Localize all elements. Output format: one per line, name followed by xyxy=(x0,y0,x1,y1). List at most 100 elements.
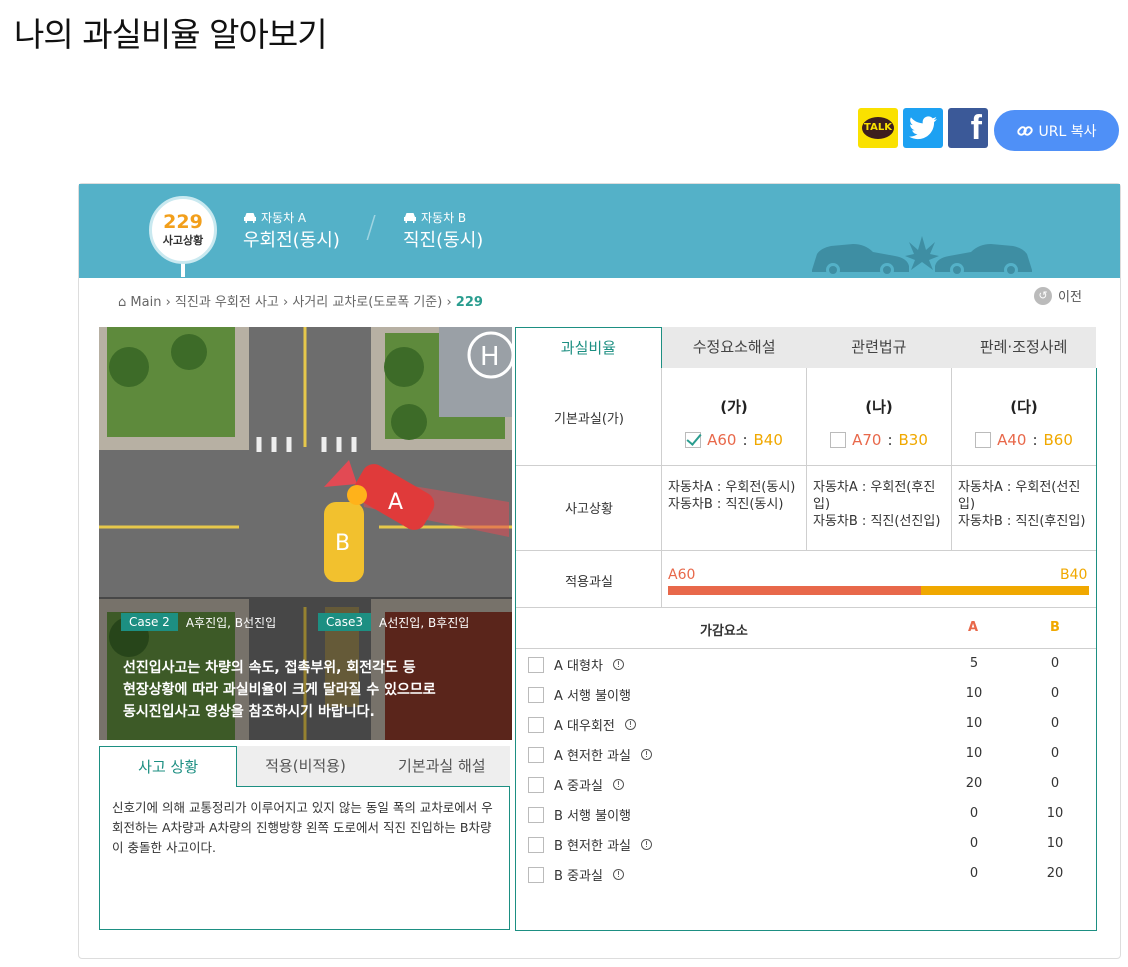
situation-label: 사고상황 xyxy=(565,502,613,517)
breadcrumb-subcategory[interactable]: 사거리 교차로(도로폭 기준) xyxy=(292,295,442,310)
factor-row[interactable]: A 현저한 과실! xyxy=(528,745,652,764)
case-number: 229 xyxy=(163,211,203,233)
factor-a-value: 10 xyxy=(965,686,983,701)
factor-b-value: 10 xyxy=(1046,836,1064,851)
car-a-value: 우회전(동시) xyxy=(243,230,340,251)
factor-name: A 대우회전 xyxy=(554,719,615,734)
factor-row[interactable]: A 대우회전! xyxy=(528,715,636,734)
option-ga[interactable]: (가) A60: B40 xyxy=(662,396,806,449)
tab-adjustment-factors[interactable]: 수정요소해설 xyxy=(662,327,807,368)
option-da-head: (다) xyxy=(1010,398,1038,416)
facebook-share-button[interactable]: f xyxy=(948,108,988,148)
option-da-b: B60 xyxy=(1043,431,1073,449)
svg-text:H: H xyxy=(480,342,500,372)
factor-b-value: 0 xyxy=(1050,686,1060,701)
factor-checkbox[interactable] xyxy=(528,776,544,793)
option-ga-b: B40 xyxy=(753,431,783,449)
breadcrumb-main[interactable]: Main xyxy=(130,295,161,310)
option-da-checkbox[interactable] xyxy=(975,432,992,448)
breadcrumb: ⌂ Main › 직진과 우회전 사고 › 사거리 교차로(도로폭 기준) › … xyxy=(118,295,483,310)
factor-b-value: 0 xyxy=(1050,776,1060,791)
option-da-a: A40 xyxy=(997,431,1027,449)
factor-b-value: 0 xyxy=(1050,746,1060,761)
factor-row[interactable]: B 중과실! xyxy=(528,865,624,884)
prev-label: 이전 xyxy=(1058,290,1082,305)
situation-description: 신호기에 의해 교통정리가 이루어지고 있지 않는 동일 폭의 교차로에서 우회… xyxy=(99,786,510,930)
tab-base-fault-explanation[interactable]: 기본과실 해설 xyxy=(373,746,510,787)
factor-row[interactable]: A 대형차! xyxy=(528,655,624,674)
factor-checkbox[interactable] xyxy=(528,836,544,853)
factor-a-value: 20 xyxy=(965,776,983,791)
car-a-marker: A xyxy=(388,490,403,515)
tab-related-laws[interactable]: 관련법규 xyxy=(807,327,952,368)
info-icon[interactable]: ! xyxy=(640,839,652,850)
option-ga-checkbox[interactable] xyxy=(685,432,702,448)
tab-accident-situation[interactable]: 사고 상황 xyxy=(99,746,238,787)
case3-text: A선진입, B후진입 xyxy=(379,615,470,630)
twitter-share-button[interactable] xyxy=(903,108,943,148)
notice-line-1: 선진입사고는 차량의 속도, 접촉부위, 회전각도 등 xyxy=(123,660,416,676)
factor-b-value: 10 xyxy=(1046,806,1064,821)
factor-b-value: 0 xyxy=(1050,656,1060,671)
factor-checkbox[interactable] xyxy=(528,866,544,883)
factor-checkbox[interactable] xyxy=(528,806,544,823)
factor-b-value: 20 xyxy=(1046,866,1064,881)
option-na[interactable]: (나) A70: B30 xyxy=(807,396,951,449)
factor-checkbox[interactable] xyxy=(528,716,544,733)
applied-fault-bar xyxy=(668,586,1089,595)
option-na-a: A70 xyxy=(852,431,882,449)
option-na-checkbox[interactable] xyxy=(830,432,847,448)
info-icon[interactable]: ! xyxy=(612,779,624,790)
twitter-bird-icon xyxy=(909,116,937,140)
factor-checkbox[interactable] xyxy=(528,656,544,673)
situation-col-da: 자동차A : 우회전(선진입) 자동차B : 직진(후진입) xyxy=(958,479,1096,530)
tab-fault-ratio[interactable]: 과실비율 xyxy=(515,327,662,368)
factor-a-value: 0 xyxy=(969,866,979,881)
back-arrow-icon: ↺ xyxy=(1034,286,1052,305)
case-number-badge: 229 사고상황 xyxy=(149,196,217,264)
breadcrumb-category[interactable]: 직진과 우회전 사고 xyxy=(175,295,279,310)
car-a-label: 자동차 A xyxy=(261,211,307,225)
situation-na-b: 자동차B : 직진(선진입) xyxy=(813,514,941,529)
factor-row[interactable]: B 서행 불이행 xyxy=(528,805,631,824)
page-title: 나의 과실비율 알아보기 xyxy=(14,15,328,54)
divider-slash: / xyxy=(366,210,377,245)
situation-ga-b: 자동차B : 직진(동시) xyxy=(668,497,784,512)
situation-da-b: 자동차B : 직진(후진입) xyxy=(958,514,1086,529)
tab-precedents[interactable]: 판례·조정사례 xyxy=(951,327,1096,368)
info-icon[interactable]: ! xyxy=(612,869,624,880)
case2-text: A후진입, B선진입 xyxy=(185,615,277,630)
factor-a-value: 5 xyxy=(969,656,979,671)
option-da[interactable]: (다) A40: B60 xyxy=(952,396,1096,449)
prev-button[interactable]: ↺ 이전 xyxy=(1034,286,1082,305)
kakao-share-button[interactable]: TALK xyxy=(858,108,898,148)
factor-a-value: 0 xyxy=(969,836,979,851)
info-icon[interactable]: ! xyxy=(640,749,652,760)
collision-cars-icon xyxy=(812,236,1032,277)
factor-checkbox[interactable] xyxy=(528,746,544,763)
base-fault-label: 기본과실(가) xyxy=(554,412,624,427)
applied-fault-bar-a xyxy=(668,586,921,595)
factors-col-a: A xyxy=(968,620,979,635)
factor-row[interactable]: A 서행 불이행 xyxy=(528,685,631,704)
factor-row[interactable]: B 현저한 과실! xyxy=(528,835,652,854)
case-number-label: 사고상황 xyxy=(162,234,204,247)
link-icon xyxy=(1016,125,1033,136)
situation-da-a: 자동차A : 우회전(선진입) xyxy=(958,480,1081,512)
info-icon[interactable]: ! xyxy=(624,719,636,730)
right-tabs: 과실비율 수정요소해설 관련법규 판례·조정사례 xyxy=(515,327,1096,368)
factor-b-value: 0 xyxy=(1050,716,1060,731)
factor-a-value: 10 xyxy=(965,716,983,731)
factor-row[interactable]: A 중과실! xyxy=(528,775,624,794)
situation-ga-a: 자동차A : 우회전(동시) xyxy=(668,480,796,495)
car-b-value: 직진(동시) xyxy=(403,230,484,251)
info-icon[interactable]: ! xyxy=(612,659,624,670)
notice-line-2: 현장상황에 따라 과실비율이 크게 달라질 수 있으므로 xyxy=(123,682,436,698)
badge-pin xyxy=(181,263,185,277)
tab-application[interactable]: 적용(비적용) xyxy=(237,746,374,787)
url-copy-button[interactable]: URL 복사 xyxy=(994,110,1119,151)
factor-name: B 중과실 xyxy=(554,869,603,884)
factor-checkbox[interactable] xyxy=(528,686,544,703)
url-copy-label: URL 복사 xyxy=(1038,123,1097,140)
factor-a-value: 0 xyxy=(969,806,979,821)
